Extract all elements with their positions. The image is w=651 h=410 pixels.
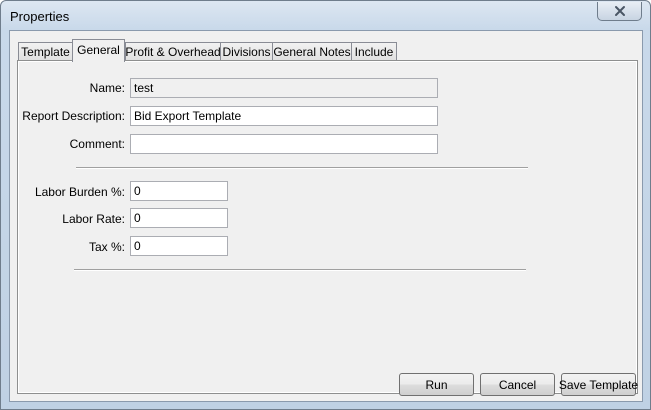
tax-label: Tax %: xyxy=(88,240,125,254)
dialog-title: Properties xyxy=(10,9,70,24)
tab-template[interactable]: Template xyxy=(18,42,73,61)
dialog-client-area: Template General Profit & Overhead Divis… xyxy=(9,30,643,402)
name-field[interactable] xyxy=(130,78,438,98)
tab-general-notes[interactable]: General Notes xyxy=(272,42,352,61)
save-template-button[interactable]: Save Template xyxy=(559,373,638,396)
tab-divisions[interactable]: Divisions xyxy=(220,42,273,61)
comment-label: Comment: xyxy=(69,137,125,151)
tab-profit-overhead[interactable]: Profit & Overhead xyxy=(125,42,221,61)
labor-burden-field[interactable] xyxy=(130,181,228,201)
separator-top xyxy=(76,167,528,169)
close-icon xyxy=(614,6,625,16)
report-description-label: Report Description: xyxy=(22,109,125,123)
tab-general[interactable]: General xyxy=(72,39,125,62)
cancel-button[interactable]: Cancel xyxy=(480,373,555,396)
properties-dialog: Properties Template General Profit & Ove… xyxy=(0,0,651,410)
name-label: Name: xyxy=(89,81,125,95)
labor-rate-label: Labor Rate: xyxy=(62,212,125,226)
run-button[interactable]: Run xyxy=(399,373,474,396)
labor-burden-label: Labor Burden %: xyxy=(34,185,125,199)
tax-field[interactable] xyxy=(130,236,228,256)
labor-rate-field[interactable] xyxy=(130,208,228,228)
comment-field[interactable] xyxy=(130,134,438,154)
close-button[interactable] xyxy=(597,2,642,21)
tab-include[interactable]: Include xyxy=(351,42,397,61)
report-description-field[interactable] xyxy=(130,106,438,126)
separator-bottom xyxy=(74,269,526,271)
